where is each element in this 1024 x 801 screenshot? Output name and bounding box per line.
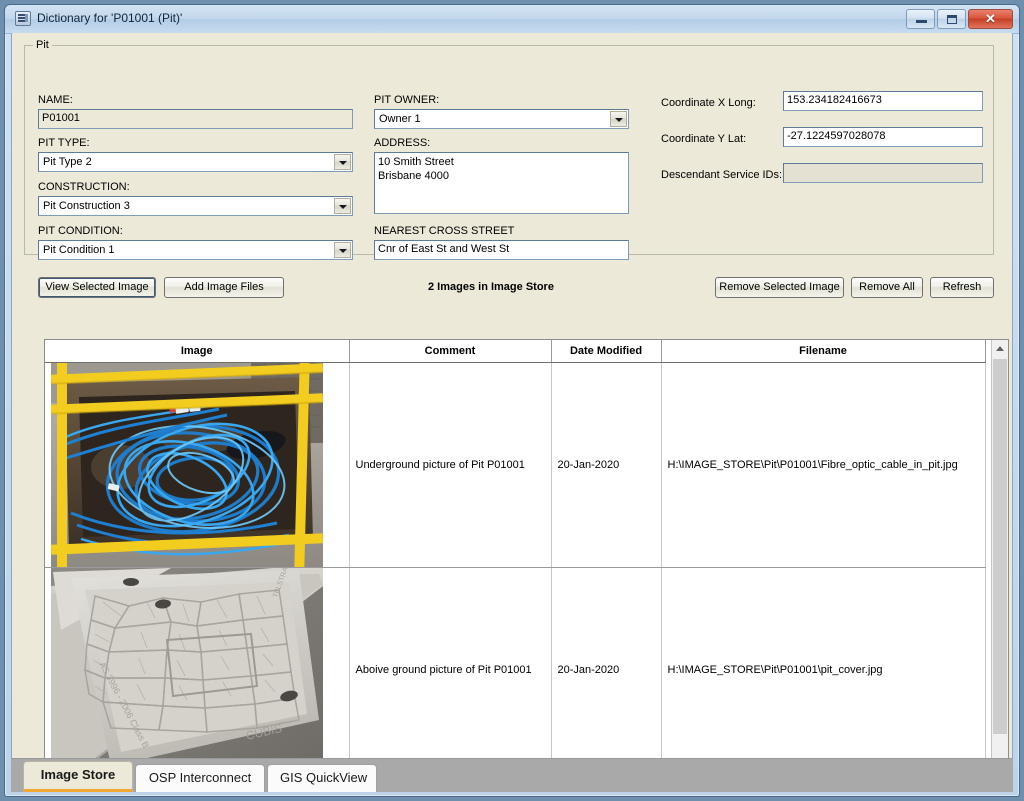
- construction-value: Pit Construction 3: [43, 200, 130, 212]
- remove-selected-image-button[interactable]: Remove Selected Image: [715, 277, 844, 298]
- row-image-cell[interactable]: AS 3996 - 2006 Class B CUBIS TELSTRA: [45, 567, 350, 773]
- pit-owner-select[interactable]: Owner 1: [374, 109, 629, 129]
- row-filename-cell[interactable]: H:\IMAGE_STORE\Pit\P01001\Fibre_optic_ca…: [661, 362, 986, 568]
- coordinate-x-label: Coordinate X Long:: [661, 97, 756, 109]
- pit-owner-value: Owner 1: [379, 113, 421, 125]
- window-title: Dictionary for 'P01001 (Pit)': [37, 11, 183, 25]
- pit-condition-select[interactable]: Pit Condition 1: [38, 240, 353, 260]
- pit-condition-label: PIT CONDITION:: [38, 225, 123, 237]
- pit-group-label: Pit: [33, 39, 52, 51]
- chevron-down-icon[interactable]: [334, 242, 351, 258]
- dictionary-icon: [15, 11, 31, 26]
- chevron-down-icon[interactable]: [334, 154, 351, 170]
- row-date-cell[interactable]: 20-Jan-2020: [551, 362, 662, 568]
- pit-condition-value: Pit Condition 1: [43, 244, 115, 256]
- pit-cover-photo: AS 3996 - 2006 Class B CUBIS TELSTRA: [51, 568, 323, 772]
- address-label: ADDRESS:: [374, 137, 431, 149]
- fibre-cable-photo: [51, 363, 323, 567]
- chevron-down-icon[interactable]: [610, 111, 627, 127]
- pit-type-value: Pit Type 2: [43, 156, 92, 168]
- nearest-cross-street-field[interactable]: Cnr of East St and West St: [374, 240, 629, 260]
- row-comment-cell[interactable]: Underground picture of Pit P01001: [349, 362, 552, 568]
- remove-all-button[interactable]: Remove All: [851, 277, 923, 298]
- tab-osp-interconnect[interactable]: OSP Interconnect: [135, 764, 265, 792]
- pit-type-select[interactable]: Pit Type 2: [38, 152, 353, 172]
- pit-group-box: Pit: [24, 39, 994, 255]
- coordinate-x-field[interactable]: 153.234182416673: [783, 91, 983, 111]
- coordinate-y-field[interactable]: -27.1224597028078: [783, 127, 983, 147]
- column-header-image[interactable]: Image: [45, 340, 350, 363]
- close-icon: ✕: [985, 11, 996, 26]
- construction-select[interactable]: Pit Construction 3: [38, 196, 353, 216]
- table-row[interactable]: Underground picture of Pit P01001 20-Jan…: [45, 362, 986, 568]
- table-header-row: Image Comment Date Modified Filename: [45, 340, 986, 363]
- tab-gis-quickview[interactable]: GIS QuickView: [267, 764, 377, 792]
- construction-label: CONSTRUCTION:: [38, 181, 130, 193]
- scroll-up-button[interactable]: [992, 340, 1008, 357]
- maximize-icon: [947, 15, 957, 24]
- close-button[interactable]: ✕: [968, 9, 1013, 29]
- table-row[interactable]: AS 3996 - 2006 Class B CUBIS TELSTRA Abo…: [45, 567, 986, 773]
- coordinate-y-label: Coordinate Y Lat:: [661, 133, 747, 145]
- chevron-down-icon[interactable]: [334, 198, 351, 214]
- refresh-button[interactable]: Refresh: [930, 277, 994, 298]
- window-controls: ✕: [906, 9, 1013, 29]
- maximize-button[interactable]: [937, 9, 966, 29]
- row-filename-cell[interactable]: H:\IMAGE_STORE\Pit\P01001\pit_cover.jpg: [661, 567, 986, 773]
- chevron-up-icon: [996, 346, 1004, 351]
- add-image-files-button[interactable]: Add Image Files: [164, 277, 284, 298]
- dictionary-window: Dictionary for 'P01001 (Pit)' ✕ Pit NAME…: [4, 4, 1020, 797]
- row-comment-cell[interactable]: Aboive ground picture of Pit P01001: [349, 567, 552, 773]
- minimize-button[interactable]: [906, 9, 935, 29]
- title-bar: Dictionary for 'P01001 (Pit)' ✕: [5, 5, 1019, 34]
- address-field[interactable]: 10 Smith Street Brisbane 4000: [374, 152, 629, 214]
- pit-cover-thumbnail[interactable]: AS 3996 - 2006 Class B CUBIS TELSTRA: [51, 568, 323, 772]
- image-table: Image Comment Date Modified Filename Und…: [45, 340, 986, 773]
- descendant-service-ids-label: Descendant Service IDs:: [661, 169, 783, 181]
- table-vertical-scrollbar[interactable]: [991, 340, 1008, 773]
- nearest-cross-street-label: NEAREST CROSS STREET: [374, 225, 515, 237]
- bottom-tab-strip: Image Store OSP Interconnect GIS QuickVi…: [11, 758, 1013, 792]
- descendant-service-ids-field[interactable]: [783, 163, 983, 183]
- pit-owner-label: PIT OWNER:: [374, 94, 440, 106]
- client-area: Pit NAME: P01001 PIT TYPE: Pit Type 2 CO…: [11, 33, 1013, 790]
- column-header-date-modified[interactable]: Date Modified: [551, 340, 662, 363]
- underground-fibre-optic-cable-thumbnail[interactable]: [51, 363, 323, 567]
- image-count-status: 2 Images in Image Store: [428, 281, 554, 293]
- minimize-icon: [916, 20, 927, 23]
- tab-image-store[interactable]: Image Store: [23, 761, 133, 792]
- row-image-cell[interactable]: [45, 362, 350, 568]
- image-store-table: Image Comment Date Modified Filename Und…: [44, 339, 1009, 774]
- pit-type-label: PIT TYPE:: [38, 137, 90, 149]
- scrollbar-thumb[interactable]: [993, 359, 1007, 734]
- column-header-comment[interactable]: Comment: [349, 340, 552, 363]
- name-label: NAME:: [38, 94, 73, 106]
- column-header-filename[interactable]: Filename: [661, 340, 986, 363]
- row-date-cell[interactable]: 20-Jan-2020: [551, 567, 662, 773]
- view-selected-image-button[interactable]: View Selected Image: [38, 277, 156, 298]
- name-field[interactable]: P01001: [38, 109, 353, 129]
